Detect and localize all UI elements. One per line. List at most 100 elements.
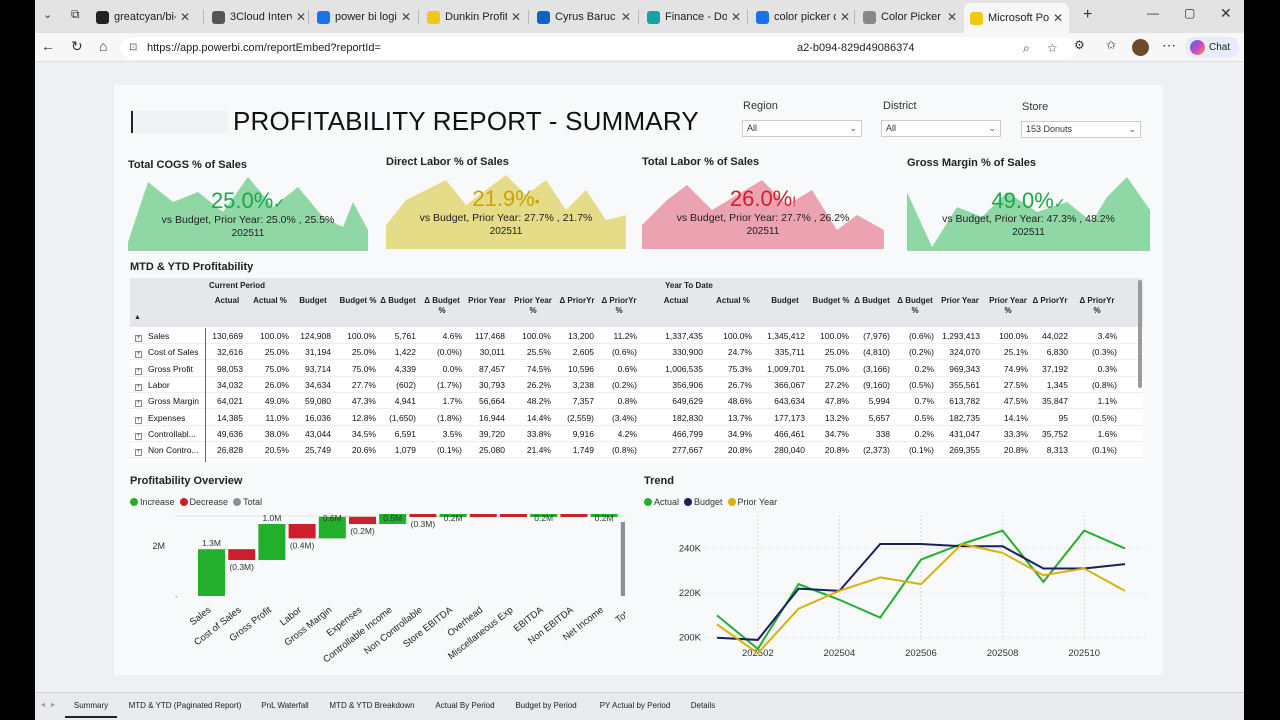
matrix-row-label[interactable]: + Sales	[135, 331, 169, 342]
new-tab-button[interactable]: +	[1083, 6, 1092, 24]
close-tab-icon[interactable]: ✕	[621, 10, 631, 24]
matrix-row-label[interactable]: + Gross Profit	[135, 364, 193, 375]
matrix-column-header-cell[interactable]: Δ PriorYr	[1030, 296, 1070, 306]
more-menu-icon[interactable]: ⋯	[1162, 37, 1176, 54]
site-info-icon[interactable]: ⊡	[129, 37, 137, 59]
close-tab-icon[interactable]: ✕	[180, 10, 190, 24]
matrix-column-header-cell[interactable]: Actual	[209, 296, 245, 306]
expand-plus-icon[interactable]: +	[135, 432, 142, 440]
close-tab-icon[interactable]: ✕	[401, 10, 411, 24]
matrix-row[interactable]: + Labor 34,032 26.0% 34,634 27.7% (602) (1.7%) 3…	[130, 377, 1143, 393]
district-slicer[interactable]: All ⌄	[881, 120, 1001, 137]
legend-label[interactable]: Decrease	[190, 497, 229, 507]
page-nav-next-icon[interactable]: ▸	[51, 700, 55, 709]
matrix-row-label[interactable]: + Non Contro...	[135, 445, 199, 457]
back-icon[interactable]: ←	[41, 38, 55, 54]
page-nav-prev-icon[interactable]: ◂	[41, 700, 45, 709]
matrix-column-header-cell[interactable]: Budget %	[811, 296, 851, 306]
matrix-row[interactable]: + Gross Profit 98,053 75.0% 93,714 75.0% 4,339…	[130, 361, 1143, 377]
store-slicer[interactable]: 153 Donuts ⌄	[1021, 121, 1141, 138]
browser-tab[interactable]: power bi login ✕	[311, 5, 417, 29]
page-tab-details[interactable]: Details	[685, 700, 721, 718]
page-tab-py-actual-by-period[interactable]: PY Actual by Period	[595, 700, 675, 718]
matrix-row[interactable]: + Sales 130,669 100.0% 124,908 100.0% 5,761 4.6…	[130, 328, 1143, 344]
expand-plus-icon[interactable]: +	[135, 449, 142, 457]
matrix-column-header-cell[interactable]: Budget	[763, 296, 807, 306]
page-tab-budget-by-period[interactable]: Budget by Period	[511, 700, 581, 718]
matrix-column-header-cell[interactable]: Actual	[647, 296, 705, 306]
matrix-row[interactable]: + Expenses 14,385 11.0% 16,036 12.8% (1,650) (1…	[130, 410, 1143, 426]
page-tab-mtd-ytd-breakdown[interactable]: MTD & YTD Breakdown	[327, 700, 417, 718]
copilot-chat-button[interactable]: Chat	[1185, 37, 1239, 58]
home-icon[interactable]: ⌂	[99, 38, 107, 54]
matrix-column-header-cell[interactable]: Budget	[293, 296, 333, 306]
zoom-icon[interactable]: ⌕	[1023, 37, 1030, 59]
matrix-column-header-cell[interactable]: Actual %	[249, 296, 291, 306]
close-tab-icon[interactable]: ✕	[840, 10, 850, 24]
matrix-row[interactable]: + Cost of Sales 32,616 25.0% 31,194 25.0% 1,42…	[130, 344, 1143, 361]
matrix-column-header-cell[interactable]: Δ PriorYr %	[1075, 296, 1119, 316]
profile-avatar[interactable]	[1132, 39, 1149, 56]
matrix-column-header-cell[interactable]: Prior Year	[467, 296, 507, 306]
matrix-column-header-cell[interactable]: Δ PriorYr %	[599, 296, 639, 316]
favorites-icon[interactable]: ✩	[1106, 38, 1116, 52]
browser-tab[interactable]: color picker onl ✕	[750, 5, 856, 29]
expand-plus-icon[interactable]: +	[135, 400, 142, 408]
legend-label[interactable]: Increase	[140, 497, 175, 507]
matrix-column-header-cell[interactable]: Actual %	[712, 296, 754, 306]
matrix-row-label[interactable]: + Controllabl...	[135, 429, 196, 440]
matrix-row-label[interactable]: + Gross Margin	[135, 396, 199, 408]
page-tab-pnl-waterfall[interactable]: PnL Waterfall	[255, 700, 315, 718]
browser-tab[interactable]: Dunkin Profitab ✕	[421, 5, 527, 29]
matrix-column-header-cell[interactable]: Budget %	[338, 296, 378, 306]
matrix-scrollbar[interactable]	[1138, 280, 1142, 388]
close-window-icon[interactable]: ✕	[1220, 5, 1232, 22]
matrix-row[interactable]: + Gross Margin 64,021 49.0% 59,080 47.3% 4,941…	[130, 393, 1143, 410]
legend-label[interactable]: Prior Year	[738, 497, 778, 507]
close-tab-icon[interactable]: ✕	[511, 10, 521, 24]
expand-plus-icon[interactable]: +	[135, 335, 142, 342]
matrix-column-header-cell[interactable]: Prior Year	[938, 296, 982, 306]
matrix-row-label[interactable]: + Expenses	[135, 413, 185, 424]
browser-tab[interactable]: Cyrus Baruc | Li ✕	[531, 5, 637, 29]
expand-plus-icon[interactable]: +	[135, 383, 142, 391]
expand-plus-icon[interactable]: +	[135, 351, 142, 359]
sort-arrow-icon[interactable]: ▲	[134, 314, 141, 321]
legend-label[interactable]: Total	[243, 497, 262, 507]
matrix-row-label[interactable]: + Labor	[135, 380, 170, 391]
tab-list-chevron-icon[interactable]: ⌄	[43, 8, 52, 21]
matrix-column-header-cell[interactable]: Δ Budget %	[420, 296, 464, 316]
expand-plus-icon[interactable]: +	[135, 416, 142, 424]
browser-tab[interactable]: Finance - Docu ✕	[641, 5, 747, 29]
expand-plus-icon[interactable]: +	[135, 367, 142, 375]
close-tab-icon[interactable]: ✕	[296, 10, 306, 24]
legend-label[interactable]: Budget	[694, 497, 723, 507]
refresh-icon[interactable]: ↻	[71, 38, 83, 55]
close-tab-icon[interactable]: ✕	[947, 10, 957, 24]
matrix-column-header-cell[interactable]: Δ Budget	[378, 296, 418, 306]
maximize-icon[interactable]: ▢	[1184, 6, 1195, 20]
matrix-row[interactable]: + Non Contro... 26,828 20.5% 25,749 20.6% 1,07…	[130, 442, 1143, 459]
matrix-column-header-cell[interactable]: Δ Budget %	[894, 296, 936, 316]
browser-tab[interactable]: Color Picker on ✕	[857, 5, 963, 29]
matrix-column-header-cell[interactable]: Δ Budget	[852, 296, 892, 306]
browser-tab[interactable]: 3Cloud Intervie ✕	[206, 5, 312, 29]
favorite-star-icon[interactable]: ☆	[1047, 37, 1058, 59]
minimize-icon[interactable]: —	[1147, 6, 1159, 20]
profitability-matrix[interactable]: Current Period Year To Date ▲ Actual Actu…	[130, 278, 1143, 462]
region-slicer[interactable]: All ⌄	[742, 120, 862, 137]
address-bar[interactable]: ⊡ https://app.powerbi.com/reportEmbed?re…	[121, 37, 1076, 59]
browser-tab[interactable]: greatcyan/bi-a ✕	[90, 5, 196, 29]
page-tab-summary[interactable]: Summary	[65, 700, 117, 718]
workspaces-icon[interactable]: ⧉	[71, 7, 80, 22]
close-tab-icon[interactable]: ✕	[731, 10, 741, 24]
page-tab-actual-by-period[interactable]: Actual By Period	[431, 700, 499, 718]
legend-label[interactable]: Actual	[654, 497, 679, 507]
matrix-column-header-cell[interactable]: Δ PriorYr	[558, 296, 596, 306]
matrix-row[interactable]: + Controllabl... 49,636 38.0% 43,044 34.5% 6,5…	[130, 426, 1143, 442]
page-tab-mtd-ytd-paginated[interactable]: MTD & YTD (Paginated Report)	[127, 700, 243, 718]
close-tab-icon[interactable]: ✕	[1053, 11, 1063, 25]
matrix-column-header-cell[interactable]: Prior Year %	[513, 296, 553, 316]
browser-tab[interactable]: Microsoft Powe ✕	[964, 3, 1069, 33]
matrix-row-label[interactable]: + Cost of Sales	[135, 347, 199, 359]
